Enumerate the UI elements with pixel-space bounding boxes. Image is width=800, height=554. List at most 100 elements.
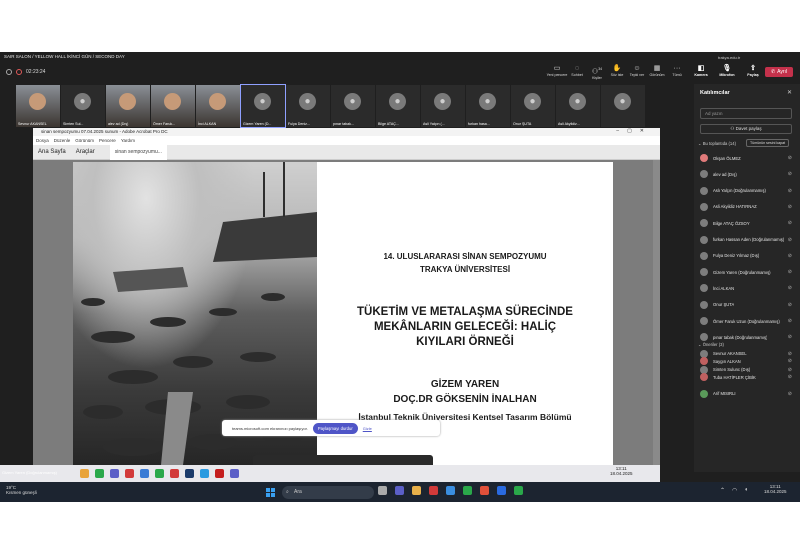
mic-button[interactable]: 🎙 Mikrofon [716,65,738,77]
tab-home[interactable]: Ana Sayfa [33,145,71,160]
video-tile[interactable]: ● furkan hasa... [466,85,510,127]
close-icon[interactable]: ✕ [787,89,792,96]
vertical-scrollbar[interactable] [653,160,660,465]
video-tile[interactable]: alev ad (Dış) [106,85,150,127]
participant-name: Okşan ÖLMEZ [713,155,741,161]
video-tile[interactable]: ● Fulya Deniz... [286,85,330,127]
tile-name: Sevnur AKANSEL [18,122,47,126]
app-icon [230,469,239,478]
wifi-icon[interactable]: ◠ [732,487,737,494]
avatar-icon: ● [479,93,496,110]
taskbar-clock[interactable]: 13:11 18.04.2025 [764,484,787,494]
task-view-icon[interactable] [378,486,387,495]
participant-name: Aslı Yalçın (Doğrulanmamış) [713,188,766,194]
weather-widget[interactable]: 19°C Kısmen güneşli [6,485,37,495]
start-button[interactable] [266,488,275,497]
react-button[interactable]: ☺ Tepki ver [628,65,646,80]
video-feed [209,93,226,110]
participant-row[interactable]: Okşan ÖLMEZ ⊘ [700,152,794,164]
participant-row[interactable]: furkan Hassan Aden (Doğrulanmamış) ⊘ [700,234,794,246]
slide-title-line-1: TÜKETİM VE METALAŞMA SÜRECİNDE [357,306,573,318]
new-window-button[interactable]: ▭ Yeni pencere [547,65,568,80]
tenant-name: trakya.edu.tr [718,55,741,60]
share-button[interactable]: ⇪ Paylaş [742,65,764,77]
stop-sharing-button[interactable]: Paylaşmayı durdur [312,422,358,434]
window-controls[interactable]: –▢✕ [616,128,652,134]
video-tile[interactable]: ● Onur ŞUTA [511,85,555,127]
share-icon: ⇪ [750,65,756,72]
chrome-icon[interactable] [463,486,472,495]
participant-row[interactable]: Onur ŞUTA ⊘ [700,299,794,311]
mic-muted-icon: ⊘ [787,318,792,324]
video-tile[interactable]: ● Gizem Yaren (D... [240,84,286,128]
shield-icon [6,69,12,75]
system-tray: ⌃ ◠ ◖ [720,487,748,494]
volume-icon[interactable]: ◖ [744,487,748,494]
video-tile[interactable]: ● Asli Yalçın (... [421,85,465,127]
participant-row[interactable]: Arif MISIRLI ⊘ [700,388,794,400]
participant-row[interactable]: Gizem Yaren (Doğrulanmamış) ⊘ [700,266,794,278]
app-icon [185,469,194,478]
word-icon[interactable] [497,486,506,495]
window-title: sinan sempozyumu 07.04.2025 sunum - Adob… [33,128,660,136]
tile-name: pınar tabak... [333,122,354,126]
participant-row[interactable]: İnci ALKAN ⊘ [700,282,794,294]
mic-muted-icon: ⊘ [787,155,792,161]
video-tile[interactable]: ● Simten Sul... [61,85,105,127]
video-tile[interactable]: ● pınar tabak... [331,85,375,127]
app-icon [170,469,179,478]
people-button[interactable]: ⚇34 Kişiler [588,65,606,80]
video-tile[interactable]: Ömer Faruk... [151,85,195,127]
participant-row[interactable]: Bilge ATAÇ ÖZSOY ⊘ [700,217,794,229]
acrobat-icon[interactable] [429,486,438,495]
video-tile[interactable]: İnci ALKAN [196,85,240,127]
hide-link[interactable]: Gizle [363,426,372,431]
tab-tools[interactable]: Araçlar [71,145,100,160]
taskbar-search[interactable]: ⌕ Ara [282,486,374,499]
slide-author-2: DOÇ.DR GÖKSENİN İNALHAN [393,394,537,405]
camera-button[interactable]: ◧ Kamera [690,65,712,77]
video-tile[interactable]: ● [601,85,645,127]
av-controls: ◧ Kamera 🎙 Mikrofon ⇪ Paylaş [690,65,764,77]
mic-muted-icon: ⊘ [787,334,792,341]
file-explorer-icon[interactable] [412,486,421,495]
participant-row[interactable]: alev ad (Dış) ⊘ [700,168,794,180]
app-icon [200,469,209,478]
participant-row[interactable]: Aslı Yalçın (Doğrulanmamış) ⊘ [700,185,794,197]
chat-button[interactable]: ◌ Sohbet [568,65,586,80]
share-invite-button[interactable]: ⚇ Davet paylaş [700,124,792,134]
participant-row[interactable]: Saygın ALKAN ⊘ [700,355,794,367]
video-tile[interactable]: ● Asli Akyildiz... [556,85,600,127]
participant-row[interactable]: Ömer Faruk Uzun (Doğrulanmamış) ⊘ [700,315,794,327]
participant-name: alev ad (Dış) [713,171,737,177]
whatsapp-icon[interactable] [514,486,523,495]
raise-hand-button[interactable]: ✋ Söz iste [608,65,626,80]
more-button[interactable]: ··· Tümü [668,65,686,80]
chevron-up-icon[interactable]: ⌃ [720,487,725,494]
avatar-icon: ● [344,93,361,110]
video-tile[interactable]: ● Bilge ATAÇ... [376,85,420,127]
participant-row[interactable]: Fulya Deniz Yılmaz (Dış) ⊘ [700,250,794,262]
leave-button[interactable]: ✆ Ayrıl [765,67,793,77]
video-tile[interactable]: Sevnur AKANSEL [16,85,60,127]
app-icon [95,469,104,478]
app-icon[interactable] [480,486,489,495]
acrobat-floating-toolbar[interactable] [253,455,433,465]
mute-all-button[interactable]: Tümünün sesini kapat [746,139,790,147]
view-button[interactable]: ▦ Görünüm [648,65,666,80]
participant-row[interactable]: Tuba HATİPLER ÇİBİK ⊘ [700,371,794,383]
edge-icon[interactable] [446,486,455,495]
video-feed [164,93,181,110]
view-icon: ▦ [653,65,661,72]
camera-icon: ◧ [697,65,705,72]
participant-row[interactable]: Asli Akyildiz HATIRNAZ ⊘ [700,201,794,213]
suggested-section-header[interactable]: ⌄ Öneriler (3) [698,342,724,347]
mic-muted-icon: ⊘ [787,358,792,364]
tab-document[interactable]: sinan sempozyumu... [109,144,167,160]
panel-title: Katılımcılar [700,90,730,96]
app-icon [155,469,164,478]
in-meeting-section-header[interactable]: ⌄ Bu toplantıda (14) [698,141,736,146]
participant-search-input[interactable]: Ad yazın [700,108,792,119]
avatar-icon: ● [389,93,406,110]
teams-icon[interactable] [395,486,404,495]
